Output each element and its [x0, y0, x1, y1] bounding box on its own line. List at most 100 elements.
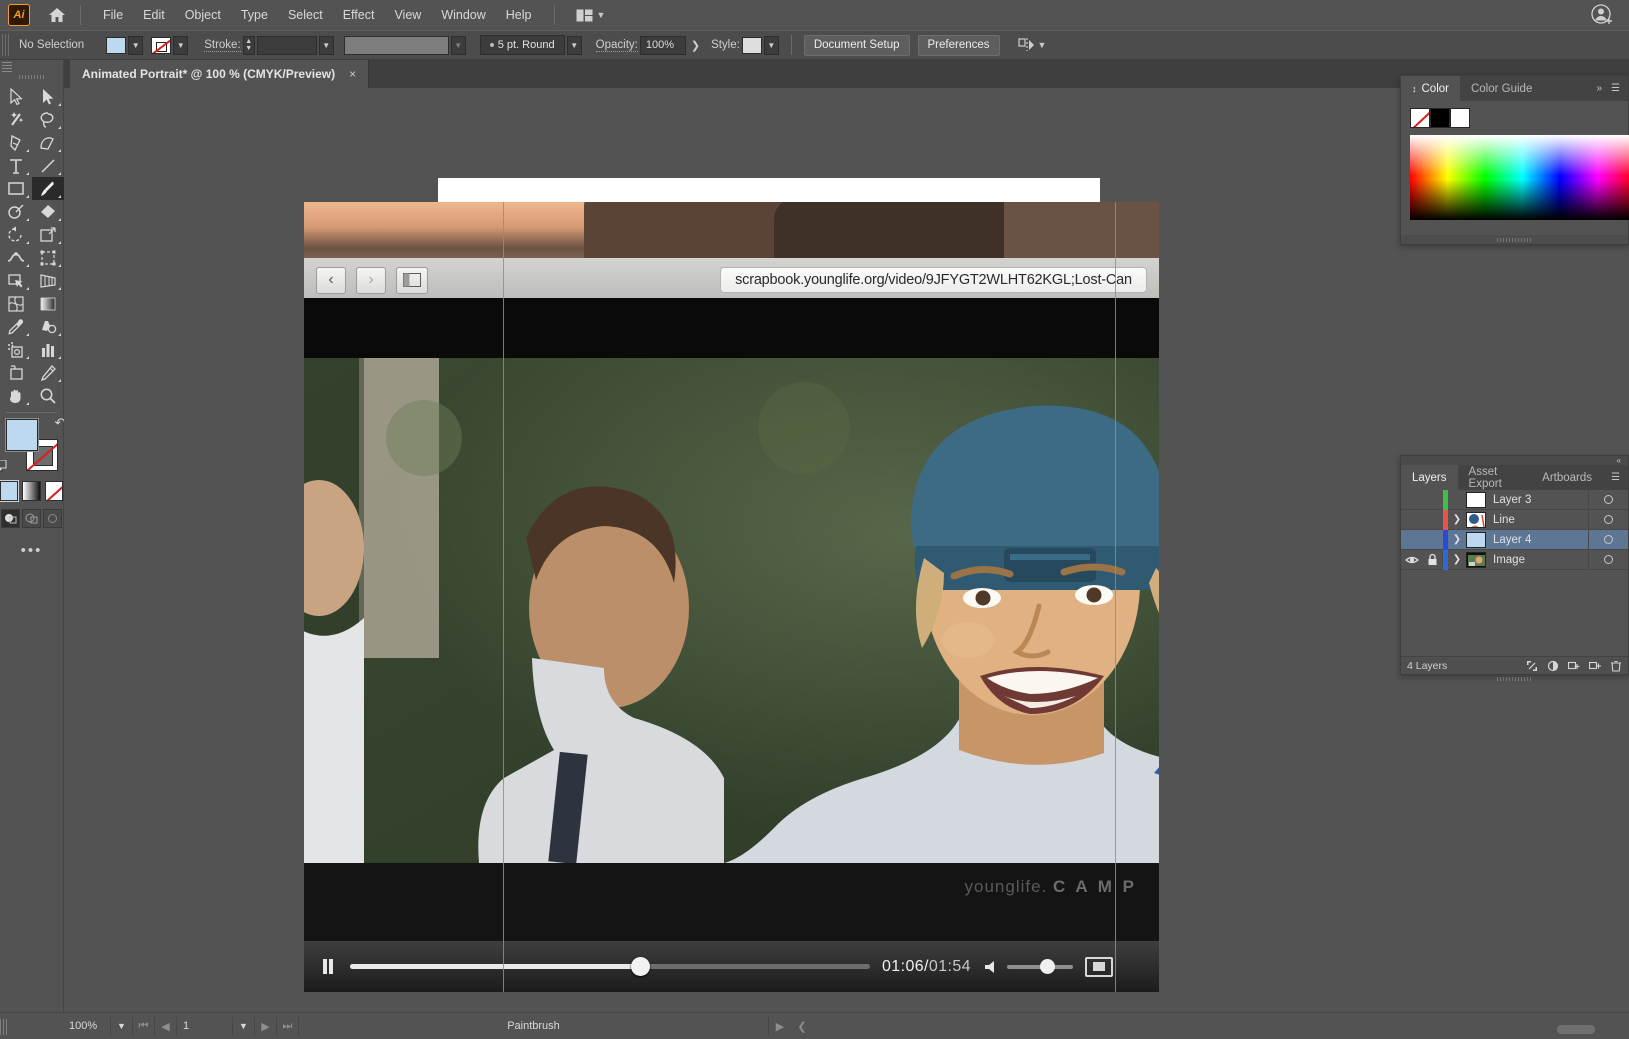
fill-swatch-button[interactable]	[106, 37, 126, 54]
volume-slider[interactable]	[1007, 965, 1073, 969]
layer-visibility-toggle[interactable]	[1401, 555, 1422, 565]
last-artboard-icon[interactable]: ⏭	[277, 1017, 299, 1036]
slice-tool[interactable]	[32, 361, 64, 384]
menu-item-type[interactable]: Type	[231, 4, 278, 26]
table-row[interactable]: ❯ Line	[1401, 510, 1628, 530]
zoom-level-input[interactable]: 100%	[63, 1017, 111, 1036]
menu-item-edit[interactable]: Edit	[133, 4, 175, 26]
menu-item-object[interactable]: Object	[175, 4, 231, 26]
menu-item-window[interactable]: Window	[431, 4, 495, 26]
arrange-documents-button[interactable]: ▼	[571, 7, 611, 24]
first-artboard-icon[interactable]: ⏮	[133, 1017, 155, 1036]
document-canvas[interactable]: ‹ › scrapbook.younglife.org/video/9JFYGT…	[64, 88, 1629, 1012]
free-transform-tool[interactable]	[32, 246, 64, 269]
gradient-tool[interactable]	[32, 292, 64, 315]
paintbrush-tool[interactable]	[32, 177, 64, 200]
stroke-weight-dropdown-icon[interactable]: ▼	[319, 36, 334, 55]
pause-icon[interactable]	[318, 957, 338, 977]
layer-name[interactable]: Line	[1493, 514, 1588, 526]
magic-wand-tool[interactable]	[0, 108, 32, 131]
type-tool[interactable]	[0, 154, 32, 177]
control-bar-grip[interactable]	[2, 34, 11, 56]
panel-menu-icon[interactable]: ☰	[1611, 472, 1620, 483]
layer-target-indicator[interactable]	[1588, 510, 1628, 530]
pen-tool[interactable]	[0, 131, 32, 154]
brush-definition-swatch[interactable]: 5 pt. Round	[480, 35, 565, 55]
line-segment-tool[interactable]	[32, 154, 64, 177]
rectangle-tool[interactable]	[0, 177, 32, 200]
horizontal-scrollbar[interactable]	[1557, 1025, 1595, 1034]
expand-panel-icon[interactable]: »	[1596, 83, 1602, 94]
forward-chevron-icon[interactable]: ›	[356, 267, 386, 294]
layer-expand-arrow[interactable]: ❯	[1448, 534, 1466, 545]
curvature-tool[interactable]	[32, 131, 64, 154]
video-progress-handle[interactable]	[631, 957, 650, 976]
table-row[interactable]: Layer 3	[1401, 490, 1628, 510]
menu-item-view[interactable]: View	[384, 4, 431, 26]
stroke-swatch-button[interactable]	[151, 37, 171, 54]
draw-inside-button[interactable]	[43, 509, 62, 528]
tab-artboards[interactable]: Artboards	[1531, 465, 1603, 490]
style-dropdown-icon[interactable]: ▼	[764, 36, 779, 55]
layer-lock-toggle[interactable]	[1422, 553, 1443, 566]
menu-item-select[interactable]: Select	[278, 4, 333, 26]
tools-panel-grip[interactable]	[19, 75, 45, 79]
ruler-guide-left[interactable]	[503, 202, 504, 992]
layer-name[interactable]: Layer 3	[1493, 494, 1588, 506]
default-fill-stroke-icon[interactable]	[0, 460, 7, 473]
gradient-mode-button[interactable]	[22, 481, 40, 501]
white-swatch[interactable]	[1450, 108, 1470, 128]
zoom-tool[interactable]	[32, 384, 64, 407]
layer-target-indicator[interactable]	[1588, 490, 1628, 510]
layer-name[interactable]: Image	[1493, 554, 1588, 566]
color-panel[interactable]: ↕ Color Color Guide » ☰	[1400, 75, 1629, 245]
tab-color-guide[interactable]: Color Guide	[1460, 76, 1543, 101]
document-tab[interactable]: Animated Portrait* @ 100 % (CMYK/Preview…	[70, 60, 369, 88]
placed-image-browser-screenshot[interactable]: ‹ › scrapbook.younglife.org/video/9JFYGT…	[304, 202, 1159, 992]
status-forward-icon[interactable]: ▶	[769, 1017, 791, 1036]
scale-tool[interactable]	[32, 223, 64, 246]
user-avatar-icon[interactable]	[1591, 4, 1613, 26]
symbol-sprayer-tool[interactable]	[0, 338, 32, 361]
layer-target-indicator[interactable]	[1588, 550, 1628, 570]
variable-width-profile-swatch[interactable]	[344, 36, 449, 55]
panel-collapse-icon[interactable]: ↕	[1412, 84, 1417, 94]
layer-target-indicator[interactable]	[1588, 530, 1628, 550]
none-swatch[interactable]	[1410, 108, 1430, 128]
opacity-expand-icon[interactable]: ❯	[688, 39, 703, 52]
tab-asset-export[interactable]: Asset Export	[1458, 465, 1532, 490]
menu-item-file[interactable]: File	[93, 4, 133, 26]
align-dropdown-icon[interactable]: ▼	[1038, 40, 1047, 50]
layer-name[interactable]: Layer 4	[1493, 534, 1588, 546]
back-chevron-icon[interactable]: ‹	[316, 267, 346, 294]
layer-expand-arrow[interactable]: ❯	[1448, 514, 1466, 525]
opacity-label[interactable]: Opacity:	[596, 39, 638, 52]
document-setup-button[interactable]: Document Setup	[804, 35, 910, 56]
previous-artboard-icon[interactable]: ◀	[155, 1017, 177, 1036]
stroke-weight-input[interactable]	[257, 36, 317, 55]
brush-definition-dropdown-icon[interactable]: ▼	[567, 36, 582, 55]
stroke-dropdown-icon[interactable]: ▼	[173, 36, 188, 55]
current-tool-label[interactable]: Paintbrush	[299, 1017, 769, 1036]
home-icon[interactable]	[46, 4, 68, 26]
color-mode-button[interactable]	[0, 481, 18, 501]
width-tool[interactable]	[0, 246, 32, 269]
eraser-tool[interactable]	[32, 200, 64, 223]
selection-tool[interactable]	[0, 85, 32, 108]
menu-item-effect[interactable]: Effect	[333, 4, 385, 26]
zoom-dropdown-icon[interactable]: ▼	[111, 1017, 133, 1036]
blend-tool[interactable]	[32, 315, 64, 338]
none-mode-button[interactable]	[45, 481, 63, 501]
color-panel-resize-grip[interactable]	[1401, 235, 1628, 244]
shaper-tool[interactable]	[0, 200, 32, 223]
layers-panel[interactable]: « Layers Asset Export Artboards ☰ Layer …	[1400, 455, 1629, 675]
black-swatch[interactable]	[1430, 108, 1450, 128]
eyedropper-tool[interactable]	[0, 315, 32, 338]
tab-color[interactable]: ↕ Color	[1401, 76, 1460, 101]
hand-tool[interactable]	[0, 384, 32, 407]
status-bar-grip[interactable]	[0, 1019, 9, 1035]
opacity-input[interactable]: 100%	[640, 36, 686, 55]
layers-panel-resize-grip[interactable]	[1401, 675, 1628, 682]
status-back-icon[interactable]: ❮	[791, 1017, 813, 1036]
panel-menu-icon[interactable]: ☰	[1611, 83, 1620, 94]
